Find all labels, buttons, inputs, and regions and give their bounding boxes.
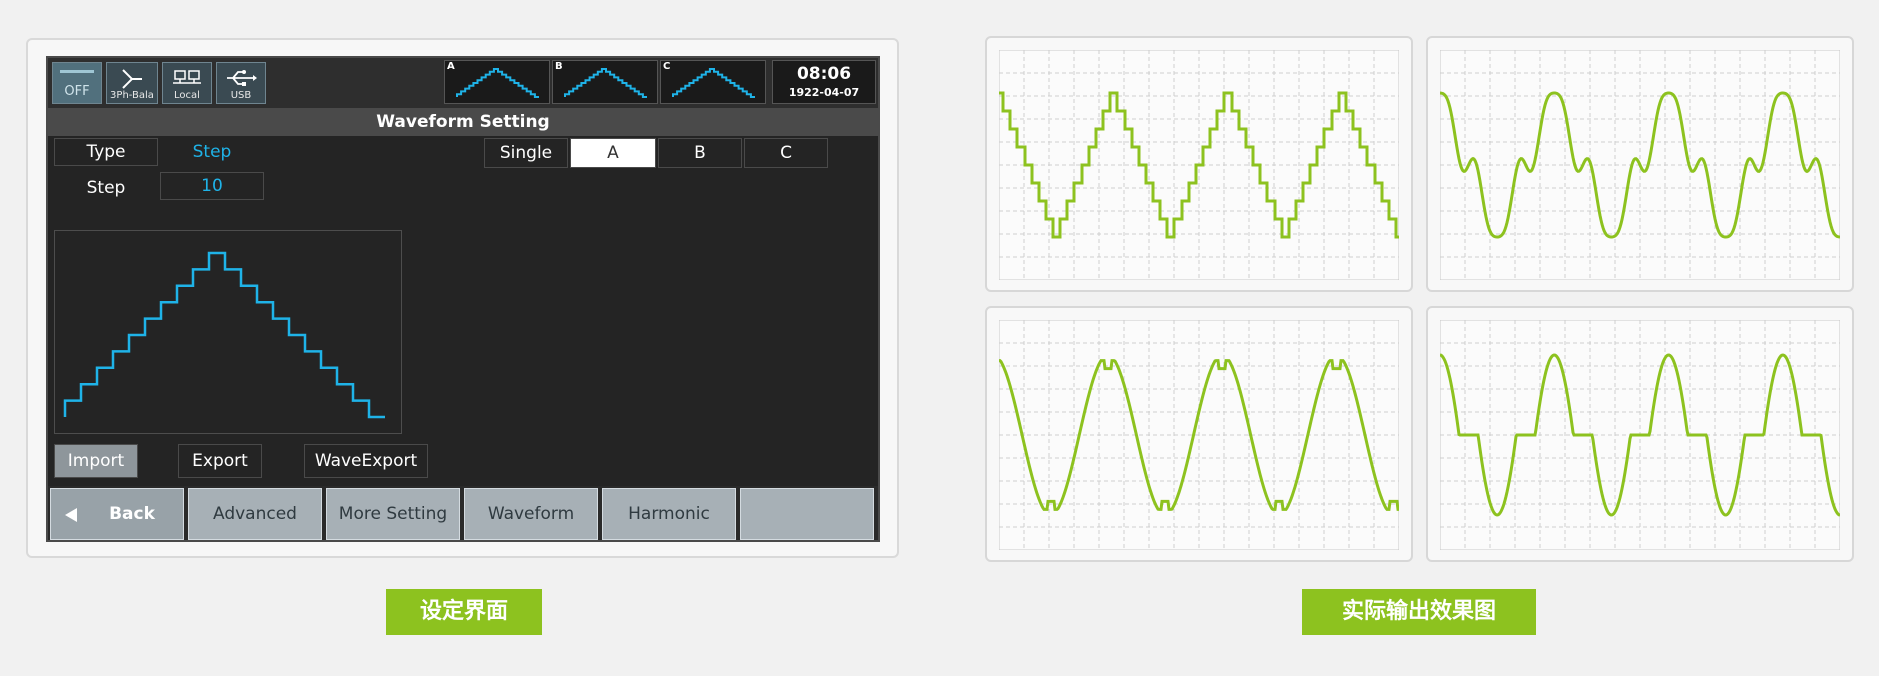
- clock: 08:06 1922-04-07: [772, 60, 876, 104]
- back-button[interactable]: Back: [50, 488, 184, 540]
- scope-harmonic-output: [1426, 36, 1854, 292]
- scope-harmonic-plot: [1440, 50, 1840, 280]
- scope-clipped-sine-output: [985, 306, 1413, 562]
- usb-icon: [227, 70, 257, 86]
- import-button[interactable]: Import: [54, 444, 138, 478]
- waveform-preview: [54, 230, 402, 434]
- scope-step-plot: [999, 50, 1399, 280]
- scope-pulse-output: [1426, 306, 1854, 562]
- phase-mode-button[interactable]: 3Ph-Bala: [106, 62, 158, 104]
- phase-c-step-wave: [672, 68, 755, 98]
- off-label: OFF: [64, 84, 90, 99]
- waveform-button[interactable]: Waveform: [464, 488, 598, 540]
- off-icon: [60, 70, 94, 73]
- tab-phase-a[interactable]: A: [570, 138, 656, 168]
- three-phase-icon: [122, 69, 142, 89]
- usb-label: USB: [230, 90, 252, 101]
- local-icon: [173, 70, 201, 84]
- right-caption: 实际输出效果图: [1302, 589, 1536, 635]
- back-arrow-icon: [65, 508, 77, 522]
- step-label: Step: [86, 178, 126, 198]
- type-label: Type: [54, 138, 158, 166]
- empty-softkey[interactable]: [740, 488, 874, 540]
- scope-clipped-sine-plot: [999, 320, 1399, 550]
- phase-a-label: A: [447, 61, 455, 72]
- tab-phase-b[interactable]: B: [658, 138, 742, 168]
- type-value[interactable]: Step: [160, 138, 264, 166]
- phase-b-step-wave: [564, 68, 647, 98]
- back-label: Back: [109, 504, 155, 524]
- device-screen: OFF 3Ph-Bala Local USB A B C 08:06 1922-…: [46, 56, 880, 542]
- phase-b-preview[interactable]: B: [552, 60, 658, 104]
- export-button[interactable]: Export: [178, 444, 262, 478]
- scope-step-output: [985, 36, 1413, 292]
- more-setting-button[interactable]: More Setting: [326, 488, 460, 540]
- left-caption: 设定界面: [386, 589, 542, 635]
- advanced-button[interactable]: Advanced: [188, 488, 322, 540]
- bottom-nav: Back Advanced More Setting Waveform Harm…: [48, 486, 878, 540]
- phase-a-step-wave: [456, 68, 539, 98]
- waveexport-button[interactable]: WaveExport: [304, 444, 428, 478]
- page-title: Waveform Setting: [48, 108, 878, 136]
- clock-date: 1922-04-07: [788, 86, 860, 99]
- tab-phase-c[interactable]: C: [744, 138, 828, 168]
- clock-time: 08:06: [796, 64, 852, 84]
- scope-pulse-plot: [1440, 320, 1840, 550]
- local-label: Local: [174, 90, 200, 101]
- top-status-bar: OFF 3Ph-Bala Local USB A B C 08:06 1922-…: [48, 58, 878, 108]
- step-value-input[interactable]: 10: [160, 172, 264, 200]
- step-waveform: [63, 251, 385, 419]
- tab-single[interactable]: Single: [484, 138, 568, 168]
- phase-b-label: B: [555, 61, 563, 72]
- phase-a-preview[interactable]: A: [444, 60, 550, 104]
- harmonic-button[interactable]: Harmonic: [602, 488, 736, 540]
- local-remote-button[interactable]: Local: [162, 62, 212, 104]
- phase-c-preview[interactable]: C: [660, 60, 766, 104]
- phase-mode-label: 3Ph-Bala: [110, 90, 154, 101]
- output-off-button[interactable]: OFF: [52, 62, 102, 104]
- phase-c-label: C: [663, 61, 671, 72]
- usb-button[interactable]: USB: [216, 62, 266, 104]
